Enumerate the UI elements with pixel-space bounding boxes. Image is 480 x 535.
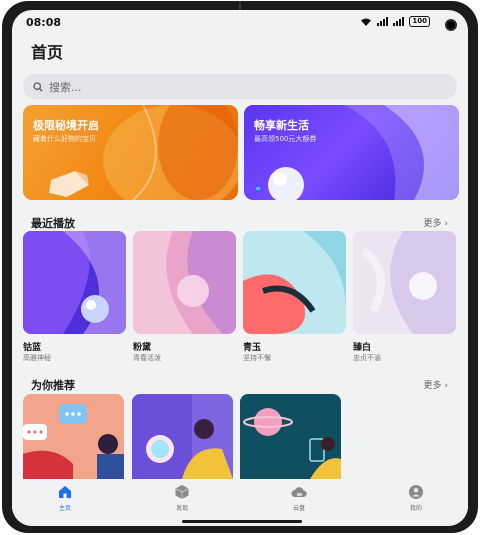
search-icon <box>33 81 43 92</box>
recent-more-link[interactable]: 更多 › <box>424 216 449 229</box>
recent-card-image[interactable] <box>23 231 126 334</box>
tab-label: 主页 <box>58 505 71 512</box>
recent-card-desc: 坚持不懈 <box>243 354 271 362</box>
search-input[interactable]: 搜索... <box>23 74 457 99</box>
banner-card[interactable]: 极限秘境开启 藏着什么好物的宝贝 <box>23 105 238 200</box>
recent-card-image[interactable] <box>353 231 456 334</box>
chevron-right-icon: › <box>444 219 448 229</box>
battery-icon: 100 <box>409 16 430 27</box>
screen: 08:08 100 首页 搜索... 极限秘境开启 藏着什么好物的宝贝 畅享新生… <box>12 10 468 526</box>
status-time: 08:08 <box>26 16 62 29</box>
banner-card[interactable]: 畅享新生活 最高领500元大额券 <box>244 105 459 200</box>
tab-cloud[interactable]: 云盘 <box>269 484 329 512</box>
tab-home[interactable]: 主页 <box>35 484 95 512</box>
jade-artwork <box>243 231 346 334</box>
pink-artwork <box>133 231 236 334</box>
signal-icon-2 <box>393 17 405 26</box>
device-frame: 08:08 100 首页 搜索... 极限秘境开启 藏着什么好物的宝贝 畅享新生… <box>2 1 478 533</box>
recent-card-name: 粉黛 <box>133 343 152 353</box>
recommend-card-image[interactable] <box>240 394 341 479</box>
front-camera <box>445 19 457 31</box>
recent-section-title: 最近播放 <box>31 217 75 230</box>
recent-card-image[interactable] <box>133 231 236 334</box>
recommend-card-image[interactable] <box>132 394 233 479</box>
tab-label: 发现 <box>175 505 188 512</box>
recent-card-name: 臻白 <box>353 343 372 353</box>
recent-card-name: 青玉 <box>243 343 262 353</box>
banner-title: 畅享新生活 <box>254 119 309 132</box>
banner-subtitle: 最高领500元大额券 <box>254 135 317 143</box>
recommend-more-link[interactable]: 更多 › <box>424 378 449 391</box>
cobalt-artwork <box>23 231 126 334</box>
crystal-ball-illustration <box>132 394 233 479</box>
cloud-icon <box>291 487 307 497</box>
recent-card-desc: 青春活泼 <box>133 354 161 362</box>
more-label: 更多 <box>423 381 442 391</box>
status-icons: 100 <box>360 16 430 27</box>
banner-title: 极限秘境开启 <box>33 119 99 132</box>
tab-label: 我的 <box>409 505 422 512</box>
planet-illustration <box>240 394 341 479</box>
tab-profile[interactable]: 我的 <box>386 484 446 512</box>
search-placeholder: 搜索... <box>49 80 82 94</box>
recommend-card-image[interactable] <box>23 394 124 479</box>
chat-illustration <box>23 394 124 479</box>
white-artwork <box>353 231 456 334</box>
more-label: 更多 <box>423 219 442 229</box>
tab-discover[interactable]: 发现 <box>152 484 212 512</box>
recent-card-desc: 忠贞不渝 <box>353 354 381 362</box>
tab-label: 云盘 <box>292 505 305 512</box>
page-title: 首页 <box>31 43 64 62</box>
recommend-section-title: 为你推荐 <box>31 379 75 392</box>
discover-icon <box>175 485 189 499</box>
wifi-icon <box>360 17 372 27</box>
status-bar: 08:08 100 <box>12 10 468 36</box>
banner-subtitle: 藏着什么好物的宝贝 <box>33 135 96 143</box>
home-indicator[interactable] <box>182 520 302 523</box>
recent-card-image[interactable] <box>243 231 346 334</box>
recent-card-name: 钴蓝 <box>23 343 42 353</box>
chevron-right-icon: › <box>444 381 448 391</box>
home-icon <box>59 486 71 498</box>
profile-icon <box>409 485 423 499</box>
signal-icon <box>377 17 389 26</box>
recent-card-desc: 高雅神秘 <box>23 354 51 362</box>
